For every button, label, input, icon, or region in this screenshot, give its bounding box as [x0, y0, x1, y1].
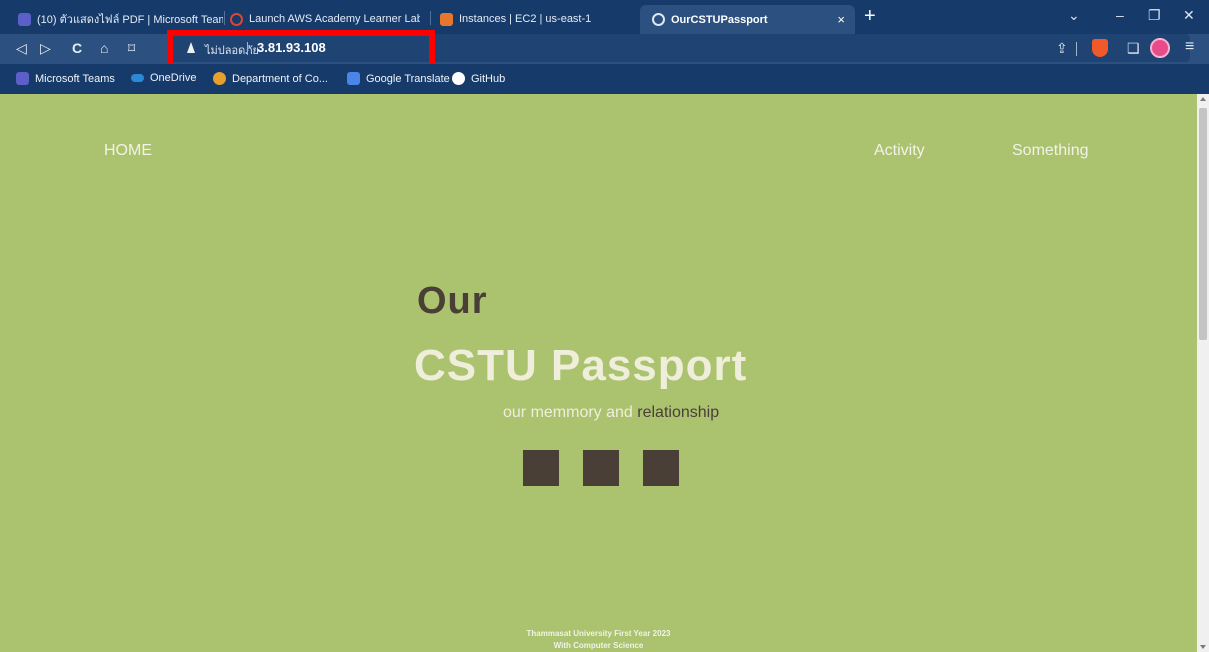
nav-activity-link[interactable]: Activity	[874, 142, 925, 160]
scroll-thumb[interactable]	[1199, 108, 1207, 340]
bookmark-google-translate[interactable]: Google Translate	[347, 72, 450, 85]
profile-avatar[interactable]	[1150, 38, 1170, 58]
tab-title: (10) ตัวแสดงไฟล์ PDF | Microsoft Teams	[37, 14, 223, 26]
hero-subtitle-part1: our memmory and	[503, 404, 638, 421]
footer-line-2: With Computer Science	[553, 641, 644, 650]
nav-something-link[interactable]: Something	[1012, 142, 1089, 160]
hero-subtitle-part2: relationship	[637, 404, 720, 421]
toolbar-divider	[1076, 42, 1077, 56]
nav-home-link[interactable]: HOME	[104, 142, 152, 160]
page-content: HOME Activity Something Our CSTU Passpor…	[0, 94, 1197, 652]
github-icon	[452, 72, 465, 85]
close-window-button[interactable]: ✕	[1183, 7, 1195, 24]
bookmark-label: Microsoft Teams	[35, 72, 115, 85]
department-icon	[213, 72, 226, 85]
bookmark-label: GitHub	[471, 72, 506, 85]
tab-divider	[224, 11, 225, 25]
forward-button[interactable]: ▷	[40, 40, 51, 56]
sidebar-icon[interactable]: ❑	[1127, 40, 1140, 57]
tab-search-icon[interactable]: ⌄	[1068, 7, 1080, 24]
tab-divider	[430, 11, 431, 25]
decor-square-2	[583, 450, 619, 486]
hero-title: CSTU Passport	[414, 341, 748, 390]
menu-icon[interactable]: ≡	[1185, 38, 1194, 56]
bookmark-label: Google Translate	[366, 72, 450, 85]
scroll-down-icon[interactable]	[1200, 645, 1206, 649]
tab-title: Launch AWS Academy Learner Lab	[249, 13, 420, 25]
tab-strip: (10) ตัวแสดงไฟล์ PDF | Microsoft Teams L…	[0, 0, 1209, 34]
reload-button[interactable]: C	[72, 40, 82, 56]
home-button[interactable]: ⌂	[100, 40, 108, 56]
teams-icon	[16, 72, 29, 85]
tab-title: Instances | EC2 | us-east-1	[459, 13, 592, 25]
aws-icon	[440, 12, 453, 26]
tab-title: OurCSTUPassport	[671, 13, 768, 26]
bookmark-label: OneDrive	[150, 72, 197, 84]
footer-line-1: Thammasat University First Year 2023	[526, 629, 671, 638]
bookmark-button[interactable]: ⌑	[128, 40, 135, 56]
tab-ec2-instances[interactable]: Instances | EC2 | us-east-1	[440, 7, 630, 31]
bookmark-onedrive[interactable]: OneDrive	[131, 72, 196, 84]
bookmark-label: Department of Co...	[232, 72, 328, 85]
tab-teams[interactable]: (10) ตัวแสดงไฟล์ PDF | Microsoft Teams	[18, 7, 223, 31]
bookmark-microsoft-teams[interactable]: Microsoft Teams	[16, 72, 115, 85]
bookmark-department[interactable]: Department of Co...	[213, 72, 328, 85]
new-tab-button[interactable]: +	[864, 5, 876, 28]
translate-icon	[347, 72, 360, 85]
bookmark-github[interactable]: GitHub	[452, 72, 505, 85]
back-button[interactable]: ◁	[16, 40, 27, 56]
hero-our: Our	[417, 280, 488, 322]
decor-square-1	[523, 450, 559, 486]
tab-ourcstupassport[interactable]: OurCSTUPassport ×	[640, 5, 855, 34]
teams-icon	[18, 12, 31, 26]
onedrive-icon	[131, 74, 144, 82]
restore-button[interactable]: ❐	[1148, 7, 1161, 24]
scroll-up-icon[interactable]	[1200, 97, 1206, 101]
decor-square-3	[643, 450, 679, 486]
scrollbar[interactable]	[1197, 94, 1209, 652]
close-tab-icon[interactable]: ×	[837, 12, 845, 27]
bookmarks-bar: Microsoft Teams OneDrive Department of C…	[0, 64, 1209, 94]
hero-subtitle: our memmory and relationship	[503, 404, 719, 422]
globe-icon	[652, 13, 665, 26]
brave-shields-icon[interactable]	[1092, 39, 1108, 57]
tab-aws-learner-lab[interactable]: Launch AWS Academy Learner Lab	[230, 7, 420, 31]
share-icon[interactable]: ⇪	[1056, 40, 1068, 57]
minimize-button[interactable]: –	[1116, 7, 1124, 23]
loading-icon	[230, 12, 243, 26]
